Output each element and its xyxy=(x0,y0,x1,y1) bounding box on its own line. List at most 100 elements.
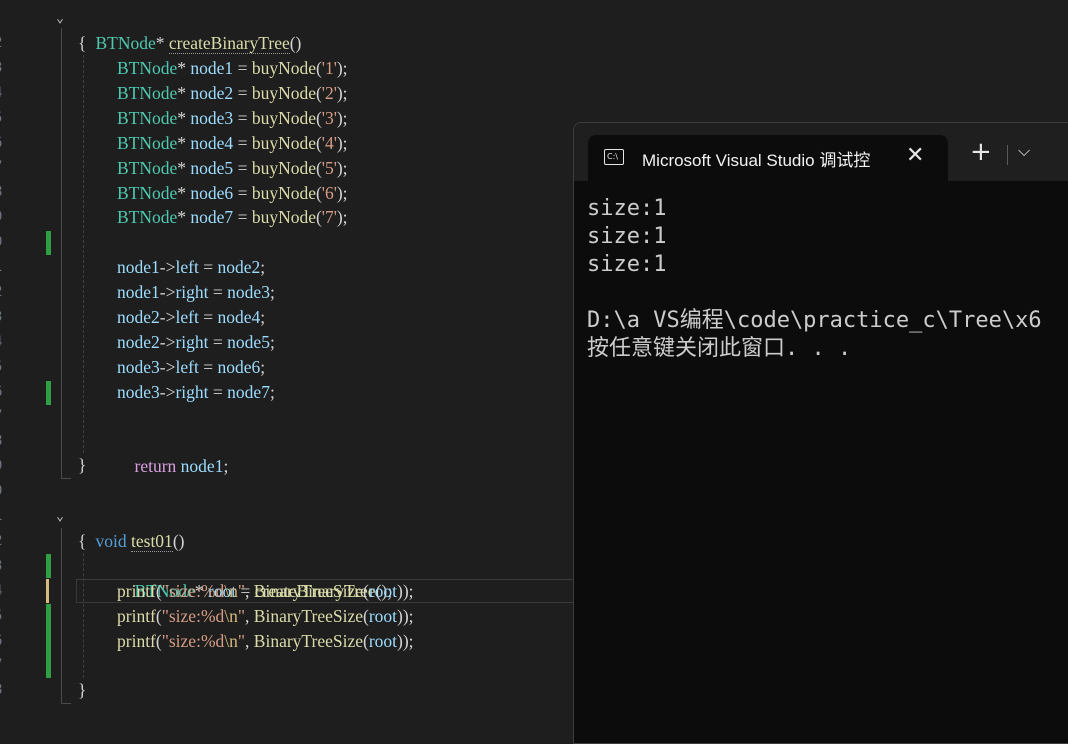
variable-token: node6 xyxy=(190,182,234,203)
fold-range-line xyxy=(61,28,62,478)
chevron-down-icon[interactable]: ⌵ xyxy=(1018,141,1030,161)
node-declaration[interactable]: BTNode* node3 = buyNode('3'); xyxy=(117,106,348,131)
fold-chevron-down-icon[interactable]: ⌄ xyxy=(52,6,68,31)
plus-icon[interactable]: + xyxy=(970,139,992,165)
function-call: BinaryTreeSize xyxy=(253,606,363,626)
return-line[interactable]: return node1; xyxy=(117,429,229,476)
punct-token: )); xyxy=(397,581,414,601)
punct-token: = xyxy=(198,356,218,377)
line-number: 8 xyxy=(0,678,4,703)
line-number: 6 xyxy=(0,629,4,654)
change-marker xyxy=(46,381,51,405)
node-declaration[interactable]: BTNode* node6 = buyNode('6'); xyxy=(117,181,348,206)
printf-line[interactable]: printf("size:%d\n", BinaryTreeSize(root)… xyxy=(117,579,414,604)
variable-token: node1 xyxy=(190,58,234,78)
punct-token: = xyxy=(208,331,228,352)
line-number: 6 xyxy=(0,131,4,156)
terminal-icon: C:\ xyxy=(604,149,624,165)
root-declaration[interactable]: BTNode* root = createBinaryTree(); xyxy=(117,554,393,601)
terminal-output-line: size:1 xyxy=(587,224,667,249)
line-number: 1 xyxy=(0,255,4,280)
punct-token: , xyxy=(245,581,254,601)
line-number: 1 xyxy=(0,504,4,529)
punct-token: () xyxy=(172,531,185,551)
link-assignment[interactable]: node3->right = node7; xyxy=(117,380,275,405)
type-token: BTNode xyxy=(117,207,178,228)
punct-token: ; xyxy=(269,281,275,302)
terminal-output[interactable]: size:1 size:1 size:1 D:\a VS编程\code\practic… xyxy=(587,195,1042,363)
brace-token: } xyxy=(78,455,87,475)
punct-token: = xyxy=(233,182,252,203)
char-literal: '6' xyxy=(321,182,337,203)
punct-token: ); xyxy=(336,58,348,78)
terminal-tab-bar: C:\ Microsoft Visual Studio 调试控 ✕ + ⌵ xyxy=(574,123,1068,181)
string-literal: "size: xyxy=(161,606,201,626)
function-signature[interactable]: BTNode* createBinaryTree() xyxy=(78,6,301,54)
keyword-token: void xyxy=(95,531,127,551)
field-token: right xyxy=(175,281,209,302)
debug-console-window[interactable]: C:\ Microsoft Visual Studio 调试控 ✕ + ⌵ si… xyxy=(573,122,1068,744)
node-declaration[interactable]: BTNode* node4 = buyNode('4'); xyxy=(117,131,348,156)
link-assignment[interactable]: node2->left = node4; xyxy=(117,305,265,330)
variable-token: node4 xyxy=(190,132,234,153)
punct-token: * xyxy=(177,157,191,178)
field-token: left xyxy=(175,306,199,327)
node-declaration[interactable]: BTNode* node1 = buyNode('1'); xyxy=(117,56,348,81)
change-marker xyxy=(46,554,51,578)
variable-token: node4 xyxy=(217,306,261,327)
type-token: BTNode xyxy=(117,182,178,203)
field-token: right xyxy=(175,381,209,402)
function-name: createBinaryTree xyxy=(168,33,290,54)
line-number: 2 xyxy=(0,280,4,305)
terminal-tab[interactable]: C:\ Microsoft Visual Studio 调试控 ✕ xyxy=(588,135,948,181)
punct-token: -> xyxy=(159,356,176,377)
string-literal: " xyxy=(237,631,246,651)
variable-token: node2 xyxy=(117,306,160,327)
field-token: left xyxy=(175,356,199,377)
terminal-output-line: size:1 xyxy=(587,196,667,221)
function-call: buyNode xyxy=(251,182,316,203)
punct-token: ); xyxy=(336,182,348,203)
printf-line[interactable]: printf("size:%d\n", BinaryTreeSize(root)… xyxy=(117,629,414,654)
function-call: printf xyxy=(117,581,156,601)
punct-token: = xyxy=(233,82,252,103)
type-token: BTNode xyxy=(117,157,178,178)
function-call: buyNode xyxy=(251,132,316,153)
line-number: 7 xyxy=(0,404,4,429)
variable-token: root xyxy=(368,581,398,601)
line-number: 7 xyxy=(0,653,4,678)
char-literal: '1' xyxy=(321,58,337,78)
string-literal: " xyxy=(237,606,246,626)
close-brace: } xyxy=(78,453,86,478)
variable-token: node7 xyxy=(227,381,270,402)
fold-chevron-down-icon[interactable]: ⌄ xyxy=(52,504,68,529)
variable-token: node6 xyxy=(217,356,261,377)
link-assignment[interactable]: node3->left = node6; xyxy=(117,355,265,380)
function-signature[interactable]: void test01() xyxy=(78,504,184,552)
printf-line[interactable]: printf("size:%d\n", BinaryTreeSize(root)… xyxy=(117,604,414,629)
punct-token: = xyxy=(198,306,218,327)
brace-token: { xyxy=(78,33,87,53)
line-number: 8 xyxy=(0,429,4,454)
line-number: 5 xyxy=(0,604,4,629)
close-icon[interactable]: ✕ xyxy=(906,143,924,168)
link-assignment[interactable]: node1->left = node2; xyxy=(117,255,265,280)
field-token: right xyxy=(175,331,209,352)
punct-token: = xyxy=(208,381,228,402)
function-call: buyNode xyxy=(251,107,316,128)
node-declaration[interactable]: BTNode* node2 = buyNode('2'); xyxy=(117,81,348,106)
line-number: 3 xyxy=(0,305,4,330)
type-token: BTNode xyxy=(117,107,178,128)
node-declaration[interactable]: BTNode* node5 = buyNode('5'); xyxy=(117,156,348,181)
link-assignment[interactable]: node2->right = node5; xyxy=(117,330,275,355)
node-declaration[interactable]: BTNode* node7 = buyNode('7'); xyxy=(117,205,348,230)
punct-token: ); xyxy=(336,82,348,103)
change-marker xyxy=(46,231,51,255)
terminal-icon-label: C:\ xyxy=(607,152,618,161)
type-token: BTNode xyxy=(117,82,178,103)
function-call: buyNode xyxy=(251,58,316,78)
line-number: 5 xyxy=(0,355,4,380)
link-assignment[interactable]: node1->right = node3; xyxy=(117,280,275,305)
fold-range-end xyxy=(61,478,71,479)
